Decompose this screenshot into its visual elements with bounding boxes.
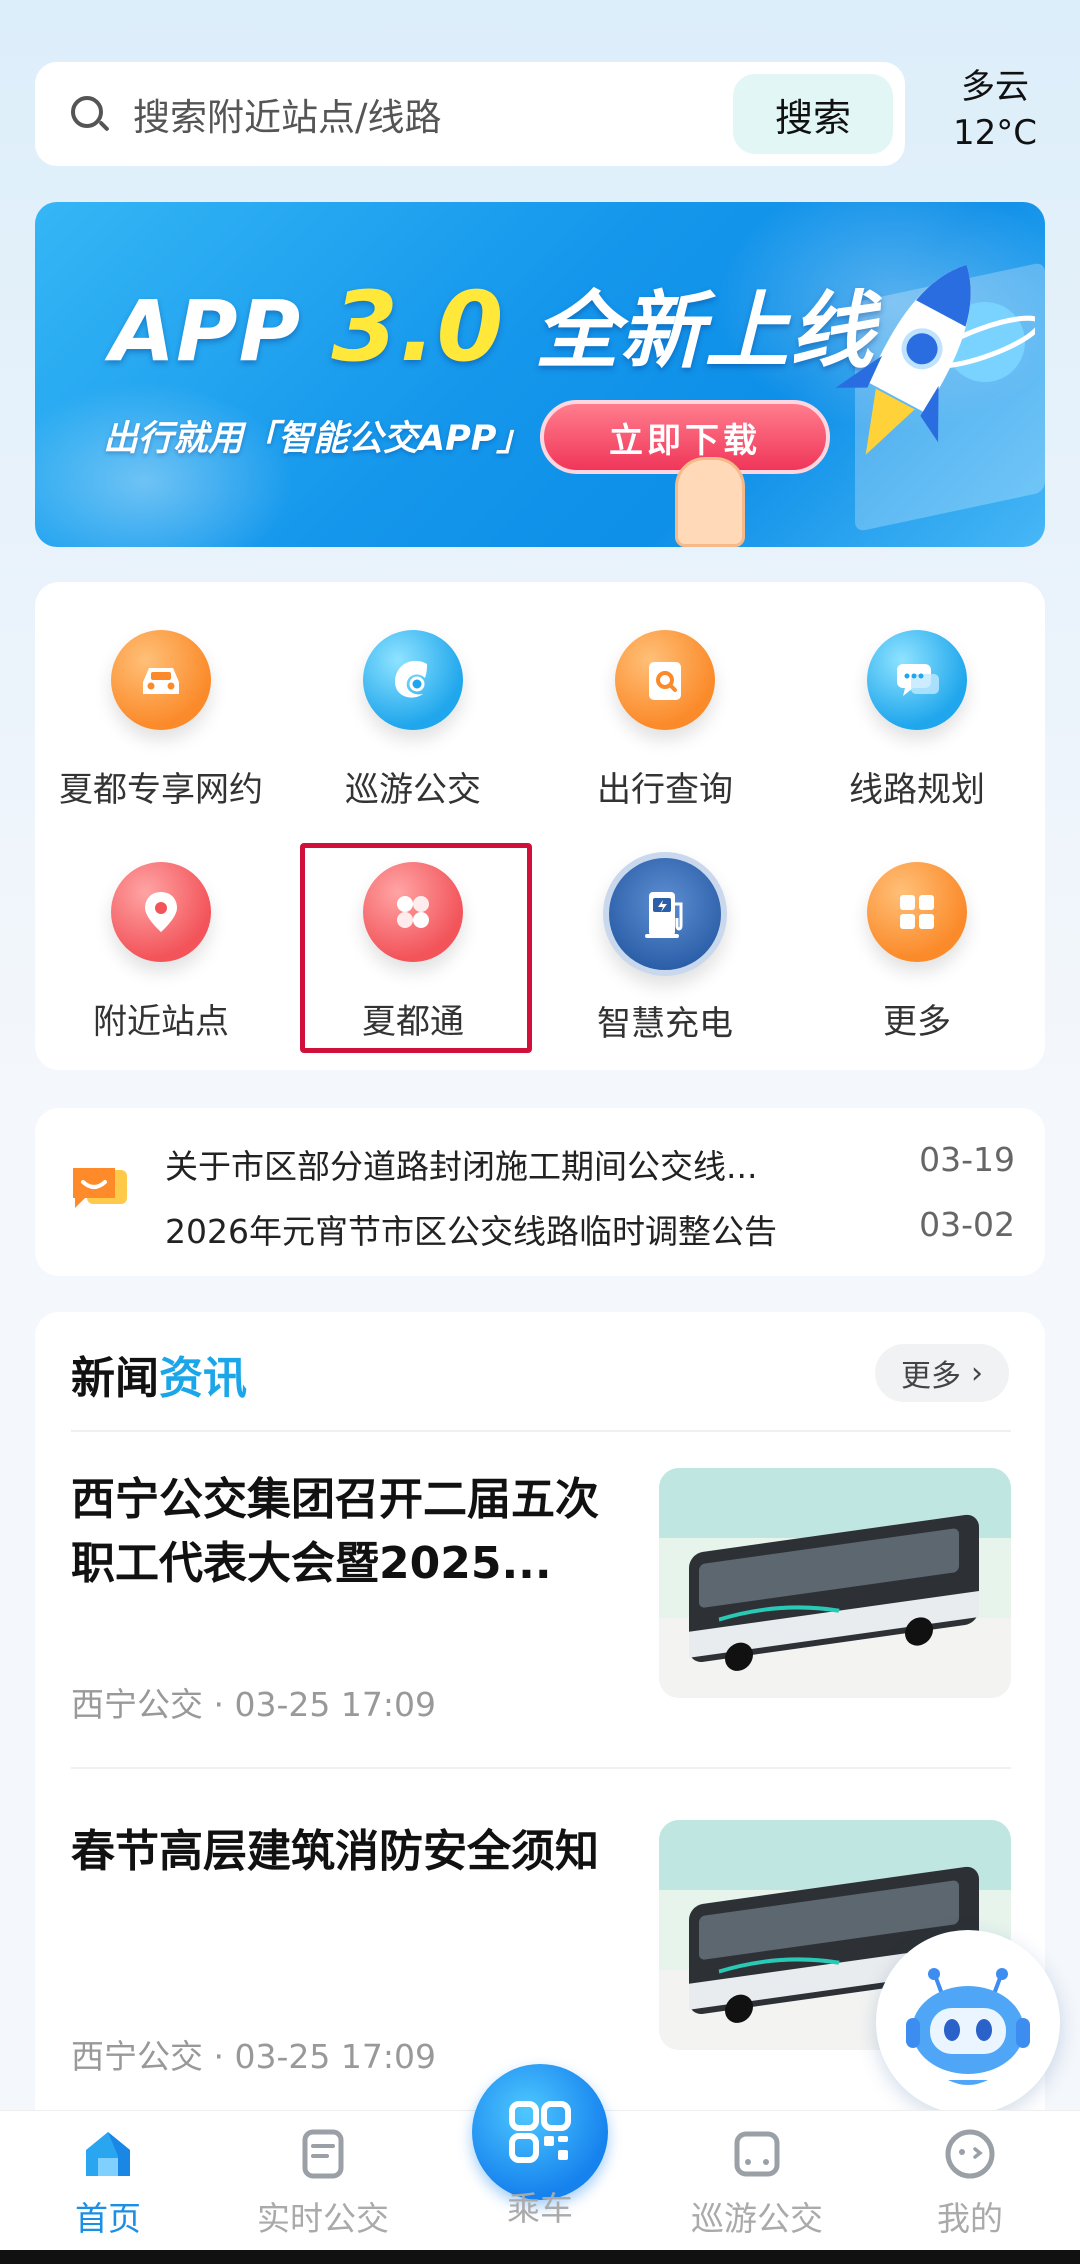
tab-ride[interactable]: 乘车 <box>450 2172 630 2230</box>
weather-condition: 多云 <box>961 67 1029 107</box>
grid-item-route-planning[interactable]: 线路规划 <box>791 630 1043 830</box>
rocket-icon <box>835 264 1035 455</box>
grid-item-label: 巡游公交 <box>345 770 481 810</box>
system-nav-strip <box>0 2250 1080 2264</box>
tab-realtime-bus[interactable]: 实时公交 <box>233 2126 413 2240</box>
news-meta: 西宁公交 · 03-25 17:09 <box>71 2037 436 2076</box>
document-icon <box>302 2129 344 2179</box>
weather-temperature: 12°C <box>952 113 1037 153</box>
search-bar[interactable]: 搜索附近站点/线路 搜索 <box>35 62 905 166</box>
notice-title: 2026年元宵节市区公交线路临时调整公告 <box>165 1212 777 1251</box>
notice-item[interactable]: 关于市区部分道路封闭施工期间公交线... 03-19 <box>165 1140 1015 1188</box>
notice-item[interactable]: 2026年元宵节市区公交线路临时调整公告 03-02 <box>165 1205 1015 1253</box>
car-icon <box>111 630 211 730</box>
divider <box>71 1767 1011 1769</box>
news-item[interactable]: 西宁公交集团召开二届五次职工代表大会暨2025... 西宁公交 · 03-25 … <box>71 1468 1011 1768</box>
tab-label: 乘车 <box>507 2189 573 2228</box>
top-bar: 搜索附近站点/线路 搜索 多云 12°C <box>0 0 1080 190</box>
chat-bubbles-icon <box>867 630 967 730</box>
grid-item-label: 附近站点 <box>93 1002 229 1042</box>
promo-banner[interactable]: APP 3.0 全新上线 出行就用「智能公交APP」 立即下载 <box>35 202 1045 547</box>
search-icon <box>67 92 111 136</box>
tab-label: 实时公交 <box>257 2199 389 2238</box>
grid-item-label: 线路规划 <box>849 770 985 810</box>
tab-cruise-bus[interactable]: 巡游公交 <box>667 2126 847 2240</box>
tab-label: 我的 <box>937 2199 1003 2238</box>
charging-station-icon <box>603 852 727 976</box>
weather-widget[interactable]: 多云 12°C <box>940 64 1050 156</box>
banner-subtitle: 出行就用「智能公交APP」 <box>103 419 532 459</box>
grid-item-label: 智慧充电 <box>597 1004 733 1044</box>
highlight-box <box>300 843 532 1053</box>
home-icon <box>86 2132 130 2176</box>
grid-item-nearby-stops[interactable]: 附近站点 <box>35 862 287 1062</box>
search-input[interactable]: 搜索附近站点/线路 <box>133 87 733 141</box>
news-meta: 西宁公交 · 03-25 17:09 <box>71 1685 436 1724</box>
qr-code-icon <box>509 2101 571 2163</box>
pointing-hand-icon <box>675 457 745 547</box>
chevron-right-icon: › <box>971 1355 983 1391</box>
announcement-icon <box>73 1168 127 1208</box>
grid-item-label: 出行查询 <box>597 770 733 810</box>
notice-title: 关于市区部分道路封闭施工期间公交线... <box>165 1147 758 1186</box>
location-pin-icon <box>111 862 211 962</box>
tab-mine[interactable]: 我的 <box>880 2126 1060 2240</box>
grid-item-travel-query[interactable]: 出行查询 <box>539 630 791 830</box>
divider <box>71 1430 1011 1432</box>
swirl-logo-icon <box>363 630 463 730</box>
grid-item-label: 夏都专享网约 <box>59 770 263 810</box>
bus-front-icon <box>734 2131 780 2177</box>
banner-headline: APP 3.0 全新上线 <box>110 271 875 383</box>
tab-label: 首页 <box>75 2199 141 2238</box>
news-more-button[interactable]: 更多 › <box>875 1344 1009 1402</box>
grid-item-ride-hailing[interactable]: 夏都专享网约 <box>35 630 287 830</box>
document-search-icon <box>615 630 715 730</box>
notice-date: 03-19 <box>919 1140 1015 1179</box>
news-title: 春节高层建筑消防安全须知 <box>71 1826 599 1877</box>
search-button[interactable]: 搜索 <box>733 74 893 154</box>
robot-icon <box>906 1968 1030 2085</box>
grid-item-cruise-bus[interactable]: 巡游公交 <box>287 630 539 830</box>
bus-photo <box>659 1468 1011 1698</box>
face-icon <box>945 2129 995 2179</box>
news-section-title: 新闻资讯 <box>71 1353 247 1404</box>
notice-date: 03-02 <box>919 1205 1015 1244</box>
news-title: 西宁公交集团召开二届五次职工代表大会暨2025... <box>71 1474 599 1589</box>
grid-item-more[interactable]: 更多 <box>791 862 1043 1062</box>
notice-card: 关于市区部分道路封闭施工期间公交线... 03-19 2026年元宵节市区公交线… <box>35 1108 1045 1276</box>
grid-item-smart-charging[interactable]: 智慧充电 <box>539 852 791 1052</box>
grid-item-label: 更多 <box>883 1002 951 1042</box>
tab-label: 巡游公交 <box>691 2199 823 2238</box>
grid-icon <box>867 862 967 962</box>
assistant-bot-button[interactable] <box>876 1930 1060 2114</box>
tab-home[interactable]: 首页 <box>18 2126 198 2240</box>
